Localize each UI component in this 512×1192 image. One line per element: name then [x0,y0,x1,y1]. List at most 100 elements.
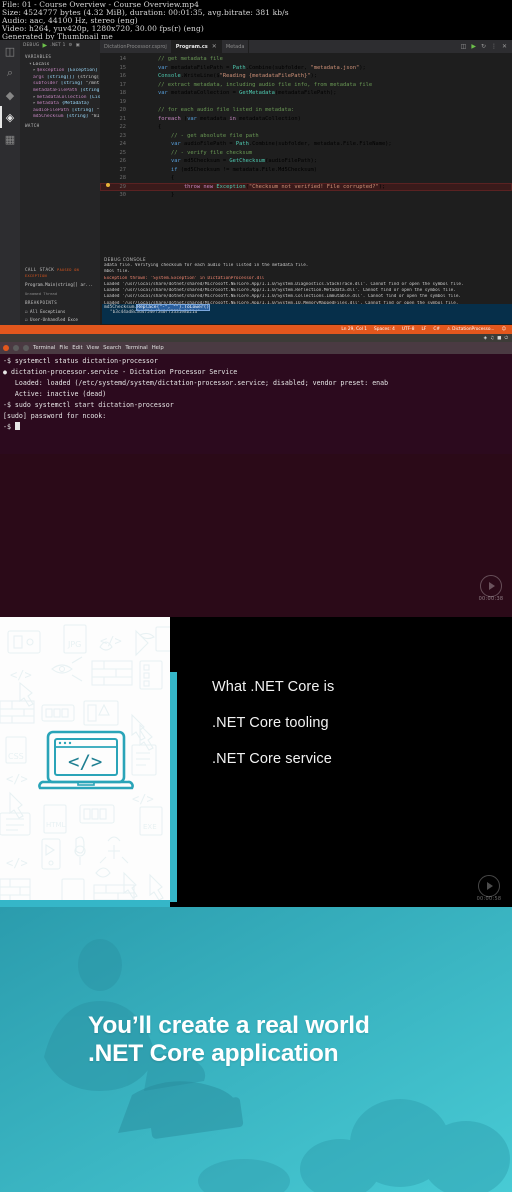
network-icon[interactable]: ◈ [484,336,487,341]
callstack-section-title[interactable]: CALL STACK PAUSED ON EXCEPTION [20,265,100,281]
line-number: 24 [119,141,127,147]
vscode-status-bar[interactable]: Ln 29, Col 1 Spaces: 4 UTF-8 LF C# ⚠ Dic… [0,325,512,334]
editor-tab-actions: ◫ ▶ ↻ ⋮ ✕ [249,40,512,53]
code-line[interactable]: 14 // get metadata file [100,55,512,64]
tab-metadata[interactable]: Metada [221,40,250,53]
terminal-line: Active: inactive (dead) [3,390,107,398]
line-number: 25 [119,149,127,156]
status-feedback-icon[interactable]: ☺ [502,327,506,332]
status-spaces[interactable]: Spaces: 4 [374,327,395,332]
variable-row[interactable]: ▸metadataCollection [List...] [20,95,100,102]
debug-eval-box[interactable]: md5Checksum.Replace("-", "").ToLower() "… [102,304,512,324]
line-number: 26 [119,158,127,164]
code-text: var metadataCollection = GetMetadata(met… [157,90,337,96]
debug-icon[interactable]: ◈ [0,106,20,128]
terminal-line: -$ [3,423,15,431]
terminal-title-bar[interactable]: Terminal File Edit View Search Terminal … [0,342,512,354]
restart-icon[interactable]: ↻ [481,43,486,50]
code-line[interactable]: 17 // extract metadata, including audio … [100,81,512,90]
status-eol[interactable]: LF [421,327,426,332]
code-line[interactable]: 16 Console.WriteLine($"Reading {metadata… [100,72,512,81]
code-line[interactable]: 23 // - get absolute file path [100,132,512,141]
breakpoint-item[interactable]: ☑ All Exceptions [20,308,100,317]
minimize-button[interactable] [13,345,19,351]
debug-config-label[interactable]: .NET 1 [50,43,65,50]
frame2-play-badge: 00:00:58 [468,875,510,905]
close-icon[interactable]: ✕ [212,43,217,50]
menu-item-edit[interactable]: Edit [72,345,82,351]
watch-section-title[interactable]: WATCH [20,121,100,131]
status-encoding[interactable]: UTF-8 [402,327,415,332]
vscode-activity-bar[interactable]: ◫ ⌕ ◆ ◈ ▦ [0,40,20,325]
gear-icon[interactable]: ⚙ [69,43,73,50]
split-icon[interactable]: ▣ [76,43,80,50]
code-line[interactable]: 26 var md5Checksum = GetChecksum(audioFi… [100,157,512,166]
code-line[interactable]: 22 { [100,123,512,132]
code-line[interactable]: 28 { [100,174,512,183]
power-icon[interactable]: ⏻ [504,335,508,341]
code-line[interactable]: 29 throw new Exception("Checksum not ver… [100,182,512,191]
maximize-button[interactable] [23,345,29,351]
bullet-item-2: .NET Core tooling [212,715,329,731]
code-text: } [132,192,175,198]
search-icon[interactable]: ⌕ [0,62,20,84]
line-number: 19 [119,98,127,105]
variable-row[interactable]: audioFilePath [string] "... [20,108,100,115]
source-control-icon[interactable]: ◆ [0,84,20,106]
code-editor[interactable]: 14 // get metadata file 15 var metadataFi… [100,53,512,255]
variable-row[interactable]: md5Checksum [string] "81... [20,114,100,121]
debug-sidebar: DEBUG ▶ .NET 1 ⚙ ▣ VARIABLES ▾Locals ▸$e… [20,40,100,325]
tab-dictationprocessor-csproj[interactable]: DictationProcessor.csproj [100,40,172,53]
tab-program-cs[interactable]: Program.cs ✕ [171,40,222,53]
variables-section-title[interactable]: VARIABLES [20,52,100,62]
debug-toolbar[interactable]: DEBUG ▶ .NET 1 ⚙ ▣ [20,40,100,52]
menu-item-view[interactable]: View [87,345,100,351]
menu-item-terminal2[interactable]: Terminal [125,345,147,351]
close-panel-icon[interactable]: ✕ [502,43,507,50]
svg-text:CSS: CSS [8,752,24,761]
more-actions-icon[interactable]: ⋮ [491,43,497,50]
code-line[interactable]: 19 [100,98,512,107]
debug-start-icon[interactable]: ▶ [42,42,47,50]
callstack-entry[interactable]: Program.Main(string[] ar... [20,281,100,290]
code-line[interactable]: 24 var audioFilePath = Path.Combine(subf… [100,140,512,149]
slide-accent-bar [170,672,177,902]
code-line[interactable]: 18 var metadataCollection = GetMetadata(… [100,89,512,98]
debug-console-title[interactable]: DEBUG CONSOLE [100,255,512,263]
locals-group[interactable]: ▾Locals [20,62,100,69]
battery-icon[interactable]: ■ [497,336,501,341]
terminal-output[interactable]: -$ systemctl status dictation-processor … [0,354,512,435]
status-language[interactable]: C# [433,327,440,332]
svg-text:</>: </> [10,668,32,682]
extensions-icon[interactable]: ▦ [0,128,20,150]
variable-row[interactable]: args [string[]] {string[... [20,75,100,82]
menu-item-help[interactable]: Help [152,345,164,351]
code-line[interactable]: 21 foreach (var metadata in metadataColl… [100,115,512,124]
menu-item-file[interactable]: File [59,345,68,351]
debug-panel-title: DEBUG [23,42,40,48]
run-icon[interactable]: ▶ [471,43,476,50]
code-line[interactable]: 15 var metadataFilePath = Path.Combine(s… [100,64,512,73]
variable-row[interactable]: ▸metadata {Metadata} [20,101,100,108]
line-number: 21 [119,115,127,122]
status-position[interactable]: Ln 29, Col 1 [341,327,367,332]
code-line[interactable]: 27 if (md5Checksum != metadata.File.Md5C… [100,166,512,175]
code-line[interactable]: 20 // for each audio file listed in meta… [100,106,512,115]
breakpoints-section-title[interactable]: BREAKPOINTS [20,298,100,308]
breakpoint-item[interactable]: ☑ User-Unhandled Exce [20,316,100,325]
code-line[interactable]: 25 // - verify file checksum [100,149,512,158]
frame3-headline: You’ll create a real world .NET Core app… [88,1012,370,1068]
variable-row[interactable]: metadataFilePath [string] [20,88,100,95]
close-button[interactable] [3,345,9,351]
split-editor-icon[interactable]: ◫ [461,43,467,50]
volume-icon[interactable]: ♫ [490,336,494,341]
menu-item-terminal[interactable]: Terminal [33,345,55,351]
status-project[interactable]: ⚠ DictationProcesso... [447,327,495,332]
breakpoint-dot[interactable] [106,182,110,187]
explorer-icon[interactable]: ◫ [0,40,20,62]
variable-row[interactable]: subfolder [string] "/mnt... [20,81,100,88]
code-line[interactable]: 30 } [100,191,512,200]
terminal-line: [sudo] password for ncook: [3,412,107,420]
variable-row[interactable]: ▸$exception [Exception] {... [20,68,100,75]
menu-item-search[interactable]: Search [103,345,121,351]
